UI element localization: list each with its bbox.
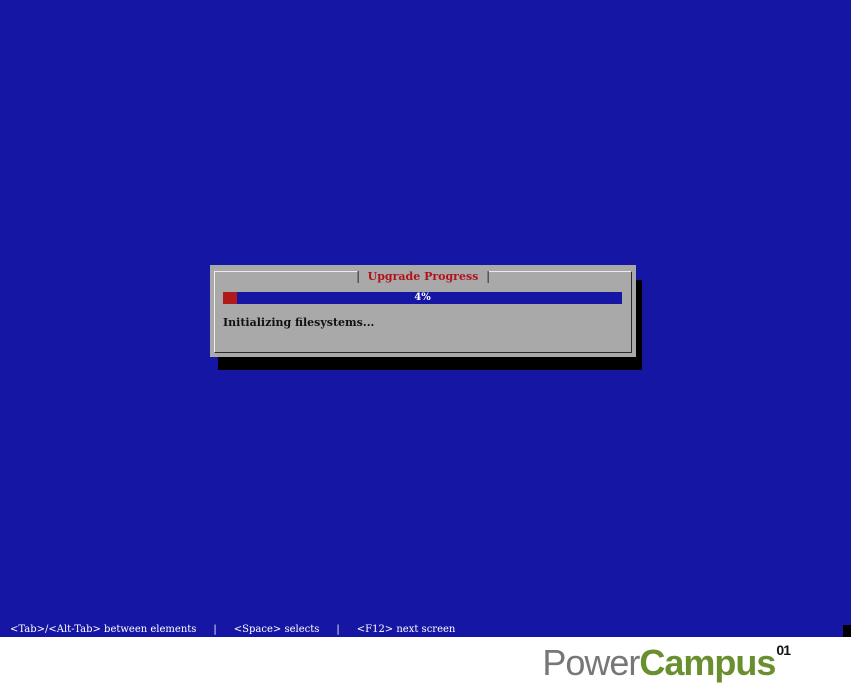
help-separator: | [213,624,217,635]
powercampus-watermark-logo: PowerCampus01 [542,642,791,683]
progress-percent-label: 4% [414,292,431,303]
dialog-frame: Upgrade Progress [214,271,632,353]
help-separator: | [336,624,340,635]
help-tab-navigation: <Tab>/<Alt-Tab> between elements [10,624,197,635]
help-f12-next-screen: <F12> next screen [356,624,456,635]
screen-edge-artifact [843,625,851,637]
watermark-campus-text: Campus [639,642,776,683]
keyboard-help-bar: <Tab>/<Alt-Tab> between elements | <Space>… [10,624,455,636]
watermark-power-text: Power [542,642,640,683]
dialog-title: Upgrade Progress [357,271,489,283]
help-space-selects: <Space> selects [233,624,320,635]
progress-status-text: Initializing filesystems... [223,316,375,329]
upgrade-progress-dialog: Upgrade Progress 4% Initializing filesys… [210,265,636,357]
installer-screen: Upgrade Progress 4% Initializing filesys… [0,0,851,637]
progress-bar: 4% [223,292,622,304]
watermark-superscript: 01 [776,642,791,658]
